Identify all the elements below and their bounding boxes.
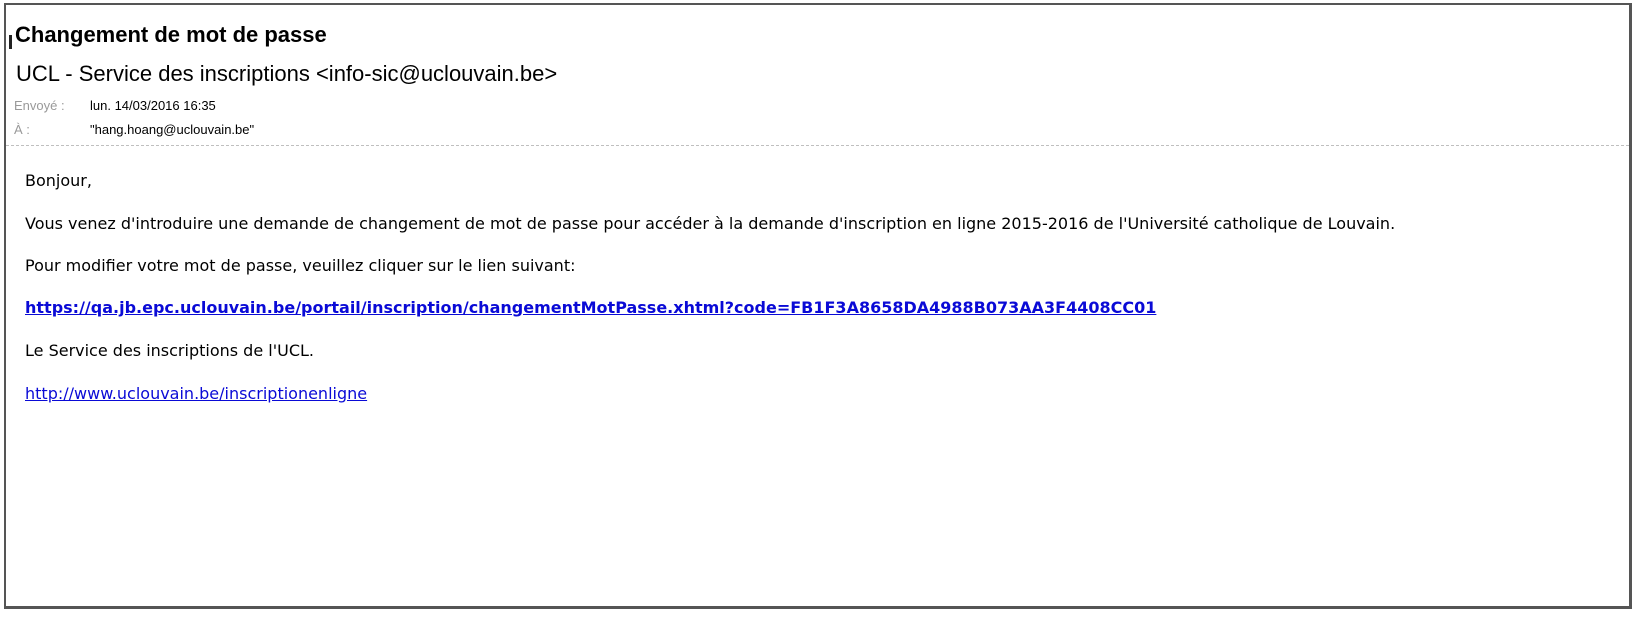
- signature-text: Le Service des inscriptions de l'UCL.: [25, 341, 314, 360]
- sent-label: Envoyé :: [14, 98, 65, 113]
- registration-site-link[interactable]: http://www.uclouvain.be/inscriptionenlig…: [25, 384, 367, 403]
- site-link-paragraph: http://www.uclouvain.be/inscriptionenlig…: [25, 384, 367, 403]
- email-header: Changement de mot de passe UCL - Service…: [6, 5, 1629, 146]
- email-sender[interactable]: UCL - Service des inscriptions <info-sic…: [16, 61, 557, 87]
- to-label: À :: [14, 122, 30, 137]
- reset-link-paragraph: https://qa.jb.epc.uclouvain.be/portail/i…: [25, 298, 1156, 317]
- sent-date: lun. 14/03/2016 16:35: [90, 98, 216, 113]
- intro-paragraph: Vous venez d'introduire une demande de c…: [25, 214, 1396, 233]
- email-subject: Changement de mot de passe: [15, 22, 327, 47]
- instruction-paragraph: Pour modifier votre mot de passe, veuill…: [25, 256, 576, 275]
- greeting-text: Bonjour,: [25, 171, 92, 190]
- password-reset-link[interactable]: https://qa.jb.epc.uclouvain.be/portail/i…: [25, 298, 1156, 317]
- to-recipient[interactable]: "hang.hoang@uclouvain.be": [90, 122, 254, 137]
- email-reading-pane: Changement de mot de passe UCL - Service…: [4, 3, 1632, 609]
